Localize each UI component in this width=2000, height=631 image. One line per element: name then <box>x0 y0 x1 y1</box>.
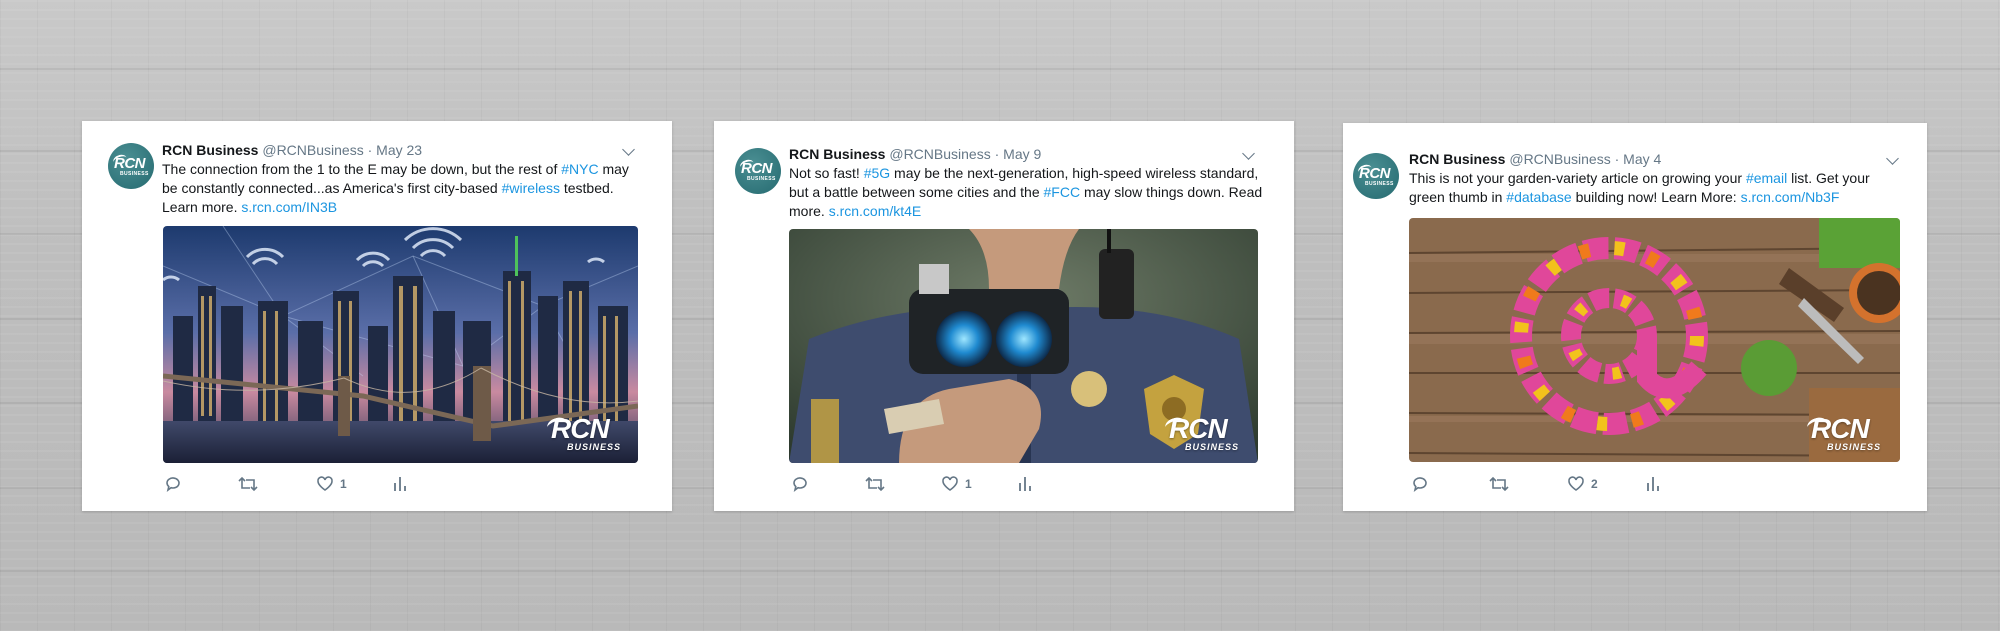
text-segment: This is not your garden-variety article … <box>1409 170 1746 186</box>
avatar-logo-sub: BUSINESS <box>1365 181 1394 187</box>
separator-dot: · <box>367 142 373 158</box>
avatar-logo-sub: BUSINESS <box>120 171 149 177</box>
reply-icon[interactable] <box>791 475 809 493</box>
avatar[interactable]: RCN BUSINESS <box>735 148 781 194</box>
like-count: 2 <box>1591 477 1598 491</box>
rcn-business-watermark: RCN BUSINESS <box>1163 415 1240 452</box>
display-name[interactable]: RCN Business <box>162 142 258 158</box>
reply-icon[interactable] <box>164 475 182 493</box>
avatar-logo-text: RCN <box>1359 165 1391 182</box>
tweet-text: This is not your garden-variety article … <box>1409 169 1909 207</box>
user-handle[interactable]: @RCNBusiness <box>262 142 363 158</box>
tweet-actions: 2 <box>1411 475 1711 495</box>
display-name[interactable]: RCN Business <box>789 146 885 162</box>
tweet-card[interactable]: RCN BUSINESS RCN Business @RCNBusiness ·… <box>714 121 1294 511</box>
tweet-header: RCN Business @RCNBusiness · May 9 <box>789 146 1041 162</box>
chevron-down-icon[interactable] <box>1242 147 1255 160</box>
like-count: 1 <box>340 477 347 491</box>
hashtag-link[interactable]: #5G <box>864 165 890 181</box>
heart-icon[interactable]: 1 <box>316 475 347 493</box>
tweet-actions: 1 <box>791 475 1091 495</box>
user-handle[interactable]: @RCNBusiness <box>889 146 990 162</box>
separator-dot: · <box>1614 151 1620 167</box>
analytics-icon[interactable] <box>1017 475 1033 493</box>
tweet-media-image[interactable]: RCN BUSINESS <box>163 226 638 463</box>
tweet-date[interactable]: May 23 <box>376 142 422 158</box>
retweet-icon[interactable] <box>865 475 885 493</box>
avatar-logo-text: RCN <box>741 160 773 177</box>
hashtag-link[interactable]: #email <box>1746 170 1787 186</box>
heart-icon[interactable]: 1 <box>941 475 972 493</box>
tweet-media-image[interactable]: RCN BUSINESS <box>1409 218 1900 462</box>
retweet-icon[interactable] <box>1489 475 1509 493</box>
analytics-icon[interactable] <box>1645 475 1661 493</box>
tweet-date[interactable]: May 9 <box>1003 146 1041 162</box>
url-link[interactable]: s.rcn.com/Nb3F <box>1741 189 1840 205</box>
url-link[interactable]: s.rcn.com/IN3B <box>241 199 337 215</box>
user-handle[interactable]: @RCNBusiness <box>1509 151 1610 167</box>
tweet-header: RCN Business @RCNBusiness · May 23 <box>162 142 422 158</box>
analytics-icon[interactable] <box>392 475 408 493</box>
hashtag-link[interactable]: #FCC <box>1044 184 1081 200</box>
watermark-sub: BUSINESS <box>1827 442 1882 452</box>
chevron-down-icon[interactable] <box>622 143 635 156</box>
text-segment: The connection from the 1 to the E may b… <box>162 161 562 177</box>
avatar[interactable]: RCN BUSINESS <box>108 143 154 189</box>
tweet-date[interactable]: May 4 <box>1623 151 1661 167</box>
rcn-business-watermark: RCN BUSINESS <box>1805 415 1882 452</box>
avatar[interactable]: RCN BUSINESS <box>1353 153 1399 199</box>
tweet-card[interactable]: RCN BUSINESS RCN Business @RCNBusiness ·… <box>1343 123 1927 511</box>
hashtag-link[interactable]: #wireless <box>502 180 560 196</box>
hashtag-link[interactable]: #database <box>1506 189 1571 205</box>
text-segment: building now! Learn More: <box>1571 189 1741 205</box>
heart-icon[interactable]: 2 <box>1567 475 1598 493</box>
watermark-sub: BUSINESS <box>567 442 622 452</box>
like-count: 1 <box>965 477 972 491</box>
display-name[interactable]: RCN Business <box>1409 151 1505 167</box>
tweet-card[interactable]: RCN BUSINESS RCN Business @RCNBusiness ·… <box>82 121 672 511</box>
tweet-actions: 1 <box>164 475 464 495</box>
watermark-sub: BUSINESS <box>1185 442 1240 452</box>
tweet-header: RCN Business @RCNBusiness · May 4 <box>1409 151 1661 167</box>
avatar-logo-sub: BUSINESS <box>747 176 776 182</box>
chevron-down-icon[interactable] <box>1886 152 1899 165</box>
tweet-media-image[interactable]: RCN BUSINESS <box>789 229 1258 463</box>
hashtag-link[interactable]: #NYC <box>561 161 598 177</box>
tweet-text: The connection from the 1 to the E may b… <box>162 160 642 217</box>
retweet-icon[interactable] <box>238 475 258 493</box>
text-segment: Not so fast! <box>789 165 864 181</box>
separator-dot: · <box>994 146 1000 162</box>
tweet-text: Not so fast! #5G may be the next-generat… <box>789 164 1274 221</box>
avatar-logo-text: RCN <box>114 155 146 172</box>
reply-icon[interactable] <box>1411 475 1429 493</box>
url-link[interactable]: s.rcn.com/kt4E <box>829 203 922 219</box>
rcn-business-watermark: RCN BUSINESS <box>545 415 622 452</box>
